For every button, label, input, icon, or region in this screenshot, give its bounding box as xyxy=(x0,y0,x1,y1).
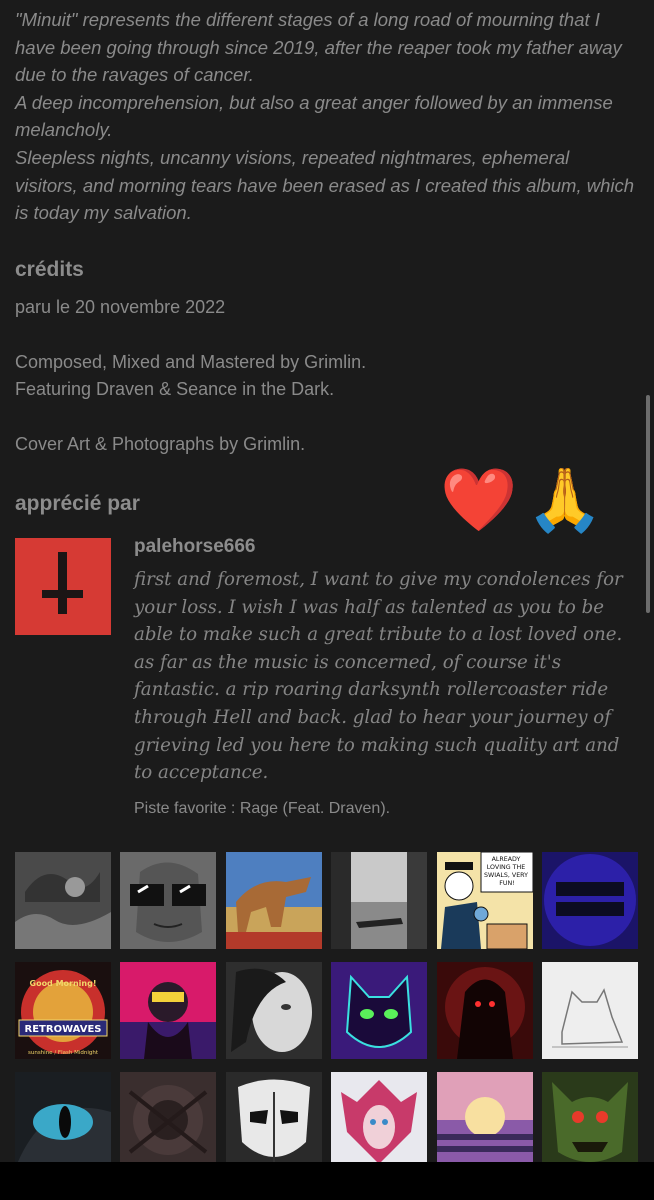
album-description: "Minuit" represents the different stages… xyxy=(15,6,635,227)
album-page: "Minuit" represents the different stages… xyxy=(0,0,654,1162)
supporter-avatar-grid: ALREADY LOVING THE SWIALS, VERY FUN! Goo… xyxy=(15,852,638,1162)
radio-subtitle-text: sunshine / Flash Midnight xyxy=(28,1050,99,1056)
supporter-avatar[interactable] xyxy=(541,852,638,949)
radio-title-text: Good Morning! xyxy=(30,979,97,988)
supporter-avatar[interactable] xyxy=(225,962,322,1059)
cat-eye-avatar-image xyxy=(15,1072,111,1162)
supporter-avatar[interactable] xyxy=(225,1072,322,1162)
white-mask-avatar-image xyxy=(225,1072,322,1162)
supporter-avatar[interactable] xyxy=(225,852,322,949)
credit-line: Composed, Mixed and Mastered by Grimlin. xyxy=(15,352,367,372)
supporter-avatar[interactable] xyxy=(15,852,111,949)
red-hood-avatar-image xyxy=(436,962,533,1059)
pastel-sunset-avatar-image xyxy=(436,1072,533,1162)
supporter-avatar[interactable] xyxy=(120,962,217,1059)
neon-cat-avatar-image xyxy=(331,962,428,1059)
dark-figure-avatar-image xyxy=(331,852,428,949)
blue-logo-avatar-image xyxy=(541,852,638,949)
sunglasses-face-avatar-image xyxy=(120,852,217,949)
supporter-avatar[interactable] xyxy=(331,1072,428,1162)
dinosaur-avatar-image xyxy=(225,852,322,949)
neon-portrait-avatar-image xyxy=(120,962,217,1059)
heart-emoji: ❤️ xyxy=(440,466,518,535)
fan-username-link[interactable]: palehorse666 xyxy=(134,536,255,558)
supporter-avatar[interactable] xyxy=(541,1072,638,1162)
release-date: paru le 20 novembre 2022 xyxy=(15,297,226,317)
radio-logo-text: RETROWAVES xyxy=(25,1024,102,1035)
supporter-avatar[interactable] xyxy=(15,1072,111,1162)
favorite-track[interactable]: Piste favorite : Rage (Feat. Draven). xyxy=(134,800,390,818)
description-paragraph: A deep incomprehension, but also a great… xyxy=(15,91,613,141)
green-monster-avatar-image xyxy=(541,1072,638,1162)
supporter-avatar[interactable]: ALREADY LOVING THE SWIALS, VERY FUN! xyxy=(436,852,533,949)
wolf-sketch-avatar-image xyxy=(541,962,638,1059)
credits-heading: crédits xyxy=(15,258,84,281)
fan-avatar[interactable] xyxy=(15,538,111,635)
inverted-cross-icon xyxy=(42,552,83,614)
description-paragraph: "Minuit" represents the different stages… xyxy=(15,9,622,86)
credit-line: Featuring Draven & Seance in the Dark. xyxy=(15,379,335,399)
supporter-avatar[interactable] xyxy=(331,852,428,949)
supporter-avatar[interactable] xyxy=(120,1072,217,1162)
comic-avatar-image: ALREADY LOVING THE SWIALS, VERY FUN! xyxy=(436,852,533,949)
supporter-avatar[interactable] xyxy=(541,962,638,1059)
fan-review: first and foremost, I want to give my co… xyxy=(134,569,623,784)
supporter-avatar[interactable] xyxy=(436,1072,533,1162)
supporter-avatar[interactable] xyxy=(120,852,217,949)
dark-texture-avatar-image xyxy=(120,1072,217,1162)
praying-hands-emoji: 🙏 xyxy=(526,466,604,535)
supporter-avatar[interactable] xyxy=(436,962,533,1059)
supporter-avatar[interactable] xyxy=(331,962,428,1059)
supporters-heading: apprécié par xyxy=(15,492,140,515)
retro-radio-avatar-image: Good Morning! RETROWAVES sunshine / Flas… xyxy=(15,962,111,1059)
description-paragraph: Sleepless nights, uncanny visions, repea… xyxy=(15,146,635,224)
engraving-avatar-image xyxy=(15,852,111,949)
bw-portrait-avatar-image xyxy=(225,962,322,1059)
scrollbar[interactable] xyxy=(646,395,650,613)
credit-line: Cover Art & Photographs by Grimlin. xyxy=(15,434,306,454)
supporter-avatar[interactable]: Good Morning! RETROWAVES sunshine / Flas… xyxy=(15,962,111,1059)
psychedelic-face-avatar-image xyxy=(331,1072,428,1162)
